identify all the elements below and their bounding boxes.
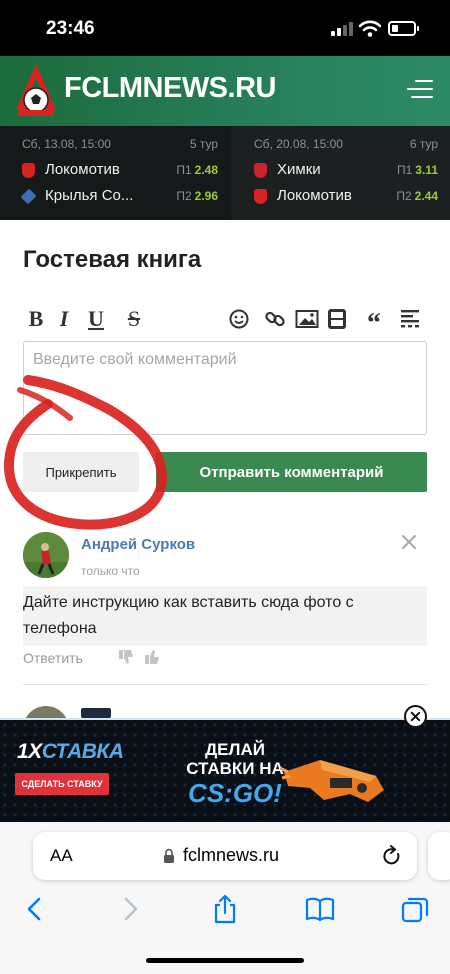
comment-author-partial [81,708,111,718]
site-header: FCLMNEWS.RU [0,56,450,126]
link-icon[interactable] [264,306,286,332]
avatar[interactable] [23,532,69,578]
home-indicator [146,958,304,963]
match-round: 6 тур [409,137,438,151]
hand-drawn-circle-annotation [3,375,168,530]
lock-icon [164,848,174,863]
tabs-icon[interactable] [400,894,430,924]
reply-button[interactable]: Ответить [23,650,83,666]
team-name: Локомотив [277,187,352,204]
share-icon[interactable] [210,894,240,924]
battery-level [392,25,398,32]
comment-time: только что [81,564,140,578]
battery-icon [388,21,419,36]
youtube-icon[interactable] [327,306,347,332]
team-row: Локомотив П1 2.48 [22,160,218,182]
match-card[interactable]: Сб, 20.08, 15:00 6 тур Химки П1 3.11 Локо… [232,126,450,220]
status-time: 23:46 [46,18,95,39]
hamburger-menu-icon[interactable] [407,78,433,100]
team-odds: П2 2.96 [176,189,218,203]
team-name: Локомотив [45,161,120,178]
browser-bottom-bar: AA fclmnews.ru [0,822,450,974]
emoji-icon[interactable] [228,306,250,332]
site-title[interactable]: FCLMNEWS.RU [64,72,276,105]
address-bar[interactable]: AA fclmnews.ru [33,832,417,880]
ad-close-icon[interactable] [404,705,427,728]
forward-icon[interactable] [115,894,145,924]
match-date: Сб, 13.08, 15:00 [22,137,111,151]
team-odds: П1 3.11 [396,163,438,177]
team-crest-icon [254,189,267,204]
ad-brand-logo: 1XСТАВКА [17,740,124,763]
italic-button[interactable]: I [55,306,73,332]
match-date: Сб, 20.08, 15:00 [254,137,343,151]
lokomotiv-logo-icon[interactable] [10,60,62,120]
text-align-icon[interactable] [399,306,421,332]
reload-icon[interactable] [382,845,402,867]
team-crest-icon [254,163,267,178]
thumbs-up-icon[interactable] [143,648,161,666]
ad-banner[interactable]: 1XСТАВКА СДЕЛАТЬ СТАВКУ ДЕЛАЙ СТАВКИ НА … [0,718,450,822]
ad-cta-button[interactable]: СДЕЛАТЬ СТАВКУ [15,773,109,795]
team-crest-icon [20,188,37,205]
team-name: Крылья Со... [45,187,134,204]
team-row: Химки П1 3.11 [254,160,438,182]
comment-author[interactable]: Андрей Сурков [81,536,195,553]
underline-button[interactable]: U [85,306,107,332]
comment-divider [23,684,427,685]
team-row: Крылья Со... П2 2.96 [20,186,218,208]
team-crest-icon [22,163,35,178]
quote-icon[interactable]: “ [363,306,385,339]
next-tab-address-bar[interactable] [428,832,450,880]
text-size-button[interactable]: AA [50,846,73,866]
team-name: Химки [277,161,321,178]
match-card[interactable]: Сб, 13.08, 15:00 5 тур Локомотив П1 2.48 … [0,126,230,220]
image-icon[interactable] [295,306,319,332]
team-odds: П1 2.48 [176,163,218,177]
ad-headline: ДЕЛАЙ СТАВКИ НА [186,740,284,778]
team-odds: П2 2.44 [396,189,438,203]
cellular-signal-icon [331,22,353,36]
back-icon[interactable] [20,894,50,924]
url-text[interactable]: fclmnews.ru [183,845,279,866]
matches-strip: Сб, 13.08, 15:00 5 тур Локомотив П1 2.48 … [0,126,450,220]
status-bar: 23:46 [0,0,450,56]
ad-weapon-image [280,760,384,802]
wifi-icon [359,20,381,37]
ad-game-title: CS:GO! [188,778,282,808]
page-title: Гостевая книга [23,246,202,273]
bold-button[interactable]: B [25,306,47,332]
submit-comment-button[interactable]: Отправить комментарий [156,452,427,492]
bookmarks-icon[interactable] [305,894,335,924]
close-icon[interactable] [401,534,417,550]
editor-toolbar: B I U S “ [23,306,427,339]
strikethrough-button[interactable]: S [123,306,145,332]
team-row: Локомотив П2 2.44 [254,186,438,208]
thumbs-down-icon[interactable] [117,648,135,666]
match-round: 5 тур [189,137,218,151]
comment-text: Дайте инструкцию как вставить сюда фото … [23,586,427,646]
